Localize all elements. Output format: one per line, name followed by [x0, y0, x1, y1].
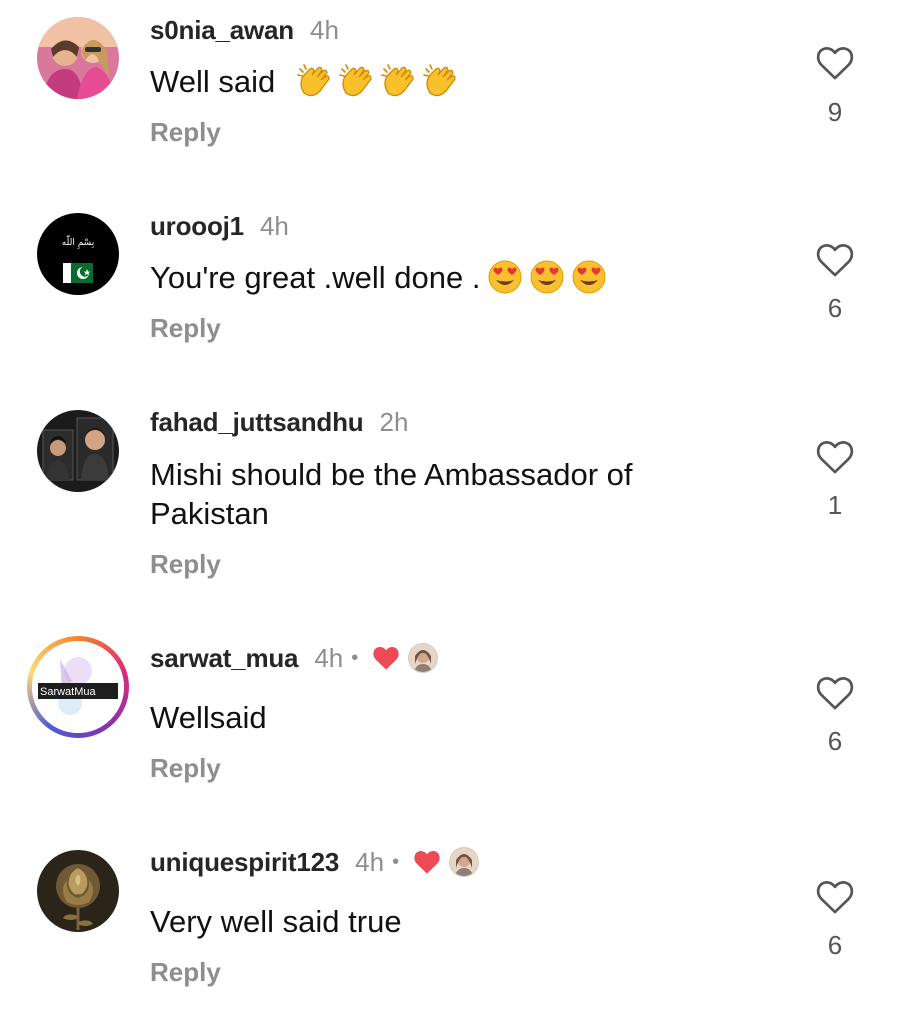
comment-body: Mishi should be the Ambassador of Pakist…: [150, 457, 633, 531]
comment-meta: sarwat_mua 4h •: [150, 640, 439, 676]
creator-avatar: [449, 847, 480, 877]
like-button[interactable]: [812, 242, 858, 278]
like-button[interactable]: [812, 45, 858, 81]
comment-text: Wellsaid: [150, 698, 710, 737]
avatar: SarwatMua: [32, 641, 124, 733]
comment-text: Very well said true: [150, 902, 710, 941]
avatar[interactable]: [37, 17, 119, 99]
timestamp: 4h: [355, 846, 385, 877]
heart-eyes-emoji-icon: [529, 259, 565, 295]
pakistan-flag-icon: [63, 263, 93, 283]
creator-avatar: [408, 643, 439, 673]
reply-button[interactable]: Reply: [150, 957, 221, 988]
username[interactable]: uniquespirit123: [150, 847, 339, 878]
username[interactable]: fahad_juttsandhu: [150, 407, 364, 438]
like-count: 6: [827, 930, 843, 960]
avatar-story-ring[interactable]: SarwatMua: [27, 636, 129, 738]
comment-text: Mishi should be the Ambassador of Pakist…: [150, 455, 710, 533]
username[interactable]: uroooj1: [150, 211, 244, 242]
clap-emoji-icon: [338, 63, 374, 99]
reply-button[interactable]: Reply: [150, 313, 221, 344]
reply-button[interactable]: Reply: [150, 753, 221, 784]
separator-dot: •: [351, 646, 359, 669]
like-button[interactable]: [812, 675, 858, 711]
like-count: 1: [827, 490, 843, 520]
reply-button[interactable]: Reply: [150, 549, 221, 580]
comment-body: Wellsaid: [150, 700, 267, 735]
like-button[interactable]: [812, 439, 858, 475]
heart-outline-icon: [816, 47, 854, 80]
reply-button[interactable]: Reply: [150, 117, 221, 148]
timestamp: 2h: [379, 406, 409, 437]
username[interactable]: s0nia_awan: [150, 15, 294, 46]
avatar[interactable]: [37, 410, 119, 492]
avatar-brand-text: SarwatMua: [40, 686, 97, 698]
heart-filled-icon: [372, 645, 400, 671]
like-count: 9: [827, 97, 843, 127]
clap-emoji-icon: [296, 63, 332, 99]
heart-outline-icon: [816, 881, 854, 914]
separator-dot: •: [392, 850, 400, 873]
username[interactable]: sarwat_mua: [150, 643, 299, 674]
comment-text: You're great .well done .: [150, 258, 710, 298]
timestamp: 4h: [314, 642, 344, 673]
clap-emoji-icon: [422, 63, 458, 99]
heart-outline-icon: [816, 441, 854, 474]
like-count: 6: [827, 293, 843, 323]
avatar[interactable]: [37, 850, 119, 932]
avatar[interactable]: بِسْمِ اللّٰه: [37, 213, 119, 295]
like-button[interactable]: [812, 879, 858, 915]
comment-body: You're great .well done .: [150, 260, 481, 295]
comment-body: Well said: [150, 64, 276, 99]
heart-outline-icon: [816, 244, 854, 277]
comment-meta: fahad_juttsandhu 2h: [150, 404, 408, 440]
heart-filled-icon: [413, 849, 441, 875]
timestamp: 4h: [259, 210, 289, 241]
clap-emoji-icon: [380, 63, 416, 99]
avatar-calligraphy: بِسْمِ اللّٰه: [62, 235, 95, 250]
heart-eyes-emoji-icon: [487, 259, 523, 295]
comment-body: Very well said true: [150, 904, 402, 939]
like-count: 6: [827, 726, 843, 756]
timestamp: 4h: [309, 14, 339, 45]
comment-meta: uniquespirit123 4h •: [150, 844, 480, 880]
heart-outline-icon: [816, 677, 854, 710]
comment-text: Well said: [150, 62, 710, 102]
comment-meta: uroooj1 4h: [150, 208, 289, 244]
heart-eyes-emoji-icon: [571, 259, 607, 295]
comment-meta: s0nia_awan 4h: [150, 12, 339, 48]
